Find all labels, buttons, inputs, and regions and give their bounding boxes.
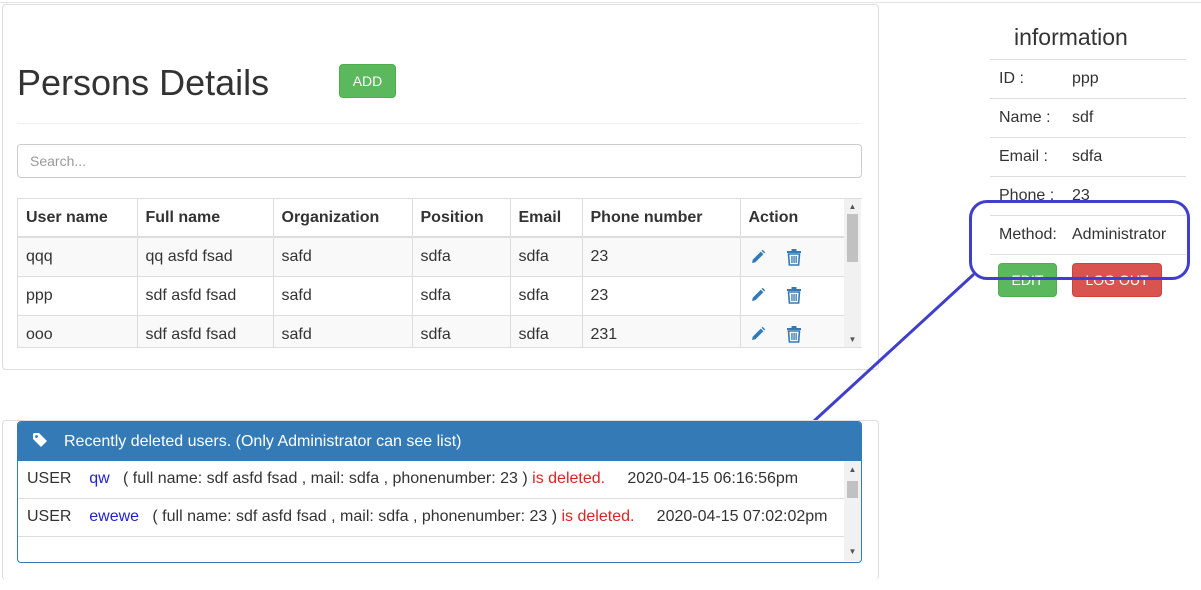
deleted-status: is deleted. (532, 470, 606, 487)
scroll-up-arrow-icon[interactable]: ▲ (844, 465, 861, 475)
cell-email: sdfa (510, 276, 583, 316)
scroll-down-arrow-icon[interactable]: ▼ (844, 547, 861, 557)
annotation-highlight-box (969, 200, 1190, 280)
trash-icon[interactable] (785, 325, 803, 344)
list-item: USER qw ( full name: sdf asfd fsad , mai… (18, 461, 846, 499)
cell-action (740, 237, 845, 277)
cell-organization: safd (273, 237, 413, 277)
deleted-details: ( full name: sdf asfd fsad , mail: sdfa … (123, 470, 528, 487)
column-header-fullname[interactable]: Full name (137, 199, 274, 238)
scroll-up-arrow-icon[interactable]: ▲ (844, 202, 861, 212)
cell-phone: 231 (582, 315, 741, 347)
deleted-users-panel: Recently deleted users. (Only Administra… (17, 421, 862, 563)
pencil-icon[interactable] (749, 286, 767, 304)
title-divider (17, 123, 862, 124)
deleted-prefix: USER (27, 470, 72, 487)
cell-username: ooo (18, 315, 138, 347)
page-title: Persons Details (17, 62, 270, 103)
info-value: sdf (1072, 109, 1094, 126)
cell-position: sdfa (412, 276, 511, 316)
info-row-email: Email : sdfa (990, 137, 1186, 176)
cell-email: sdfa (510, 237, 583, 277)
deleted-users-title: Recently deleted users. (Only Administra… (64, 433, 462, 450)
deleted-list-scrollbar-thumb[interactable] (847, 481, 858, 498)
deleted-users-list: USER qw ( full name: sdf asfd fsad , mai… (18, 461, 861, 562)
cell-phone: 23 (582, 276, 741, 316)
table-row[interactable]: qqq qq asfd fsad safd sdfa sdfa 23 (18, 237, 845, 277)
pencil-icon[interactable] (749, 248, 767, 266)
cell-fullname: sdf asfd fsad (137, 276, 274, 316)
info-label: Email : (999, 148, 1048, 165)
info-row-name: Name : sdf (990, 98, 1186, 137)
persons-table: User name Full name Organization Positio… (18, 199, 845, 347)
deleted-users-header: Recently deleted users. (Only Administra… (18, 422, 861, 461)
table-scrollbar-thumb[interactable] (847, 214, 858, 262)
info-label: Name : (999, 109, 1051, 126)
search-input[interactable] (17, 144, 862, 178)
trash-icon[interactable] (785, 248, 803, 266)
column-header-phone[interactable]: Phone number (582, 199, 741, 238)
cell-action (740, 315, 845, 347)
pencil-icon[interactable] (749, 325, 767, 343)
cell-action (740, 276, 845, 316)
deleted-timestamp: 2020-04-15 06:16:56pm (627, 470, 799, 487)
table-row[interactable]: ooo sdf asfd fsad safd sdfa sdfa 231 (18, 315, 845, 347)
deleted-username[interactable]: qw (89, 470, 109, 487)
cell-username: ppp (18, 276, 138, 316)
column-header-username[interactable]: User name (18, 199, 138, 238)
cell-fullname: sdf asfd fsad (137, 315, 274, 347)
deleted-username[interactable]: ewewe (89, 508, 139, 525)
deleted-details: ( full name: sdf asfd fsad , mail: sdfa … (152, 508, 558, 525)
table-row[interactable]: ppp sdf asfd fsad safd sdfa sdfa 23 (18, 276, 845, 316)
deleted-prefix: USER (27, 508, 72, 525)
column-header-organization[interactable]: Organization (273, 199, 413, 238)
deleted-list-scrollbar[interactable]: ▲ ▼ (844, 461, 861, 561)
info-row-id: ID : ppp (990, 59, 1186, 98)
table-scrollbar[interactable]: ▲ ▼ (844, 199, 861, 347)
column-header-action: Action (740, 199, 845, 238)
info-value: sdfa (1072, 148, 1103, 165)
list-item: USER ewewe ( full name: sdf asfd fsad , … (18, 499, 846, 537)
info-value: ppp (1072, 70, 1099, 87)
persons-table-container: User name Full name Organization Positio… (17, 198, 862, 348)
scroll-down-arrow-icon[interactable]: ▼ (844, 335, 861, 345)
info-title: information (1014, 24, 1128, 50)
cell-organization: safd (273, 315, 413, 347)
column-header-email[interactable]: Email (510, 199, 583, 238)
info-label: ID : (999, 70, 1024, 87)
deleted-timestamp: 2020-04-15 07:02:02pm (656, 508, 828, 525)
cell-position: sdfa (412, 237, 511, 277)
cell-phone: 23 (582, 237, 741, 277)
tag-icon (32, 424, 48, 447)
column-header-position[interactable]: Position (412, 199, 511, 238)
cell-position: sdfa (412, 315, 511, 347)
cell-username: qqq (18, 237, 138, 277)
trash-icon[interactable] (785, 286, 803, 305)
cell-fullname: qq asfd fsad (137, 237, 274, 277)
cell-organization: safd (273, 276, 413, 316)
top-divider (0, 2, 1201, 3)
cell-email: sdfa (510, 315, 583, 347)
table-header-row: User name Full name Organization Positio… (18, 199, 845, 238)
add-button[interactable]: ADD (339, 64, 396, 98)
deleted-status: is deleted. (561, 508, 635, 525)
